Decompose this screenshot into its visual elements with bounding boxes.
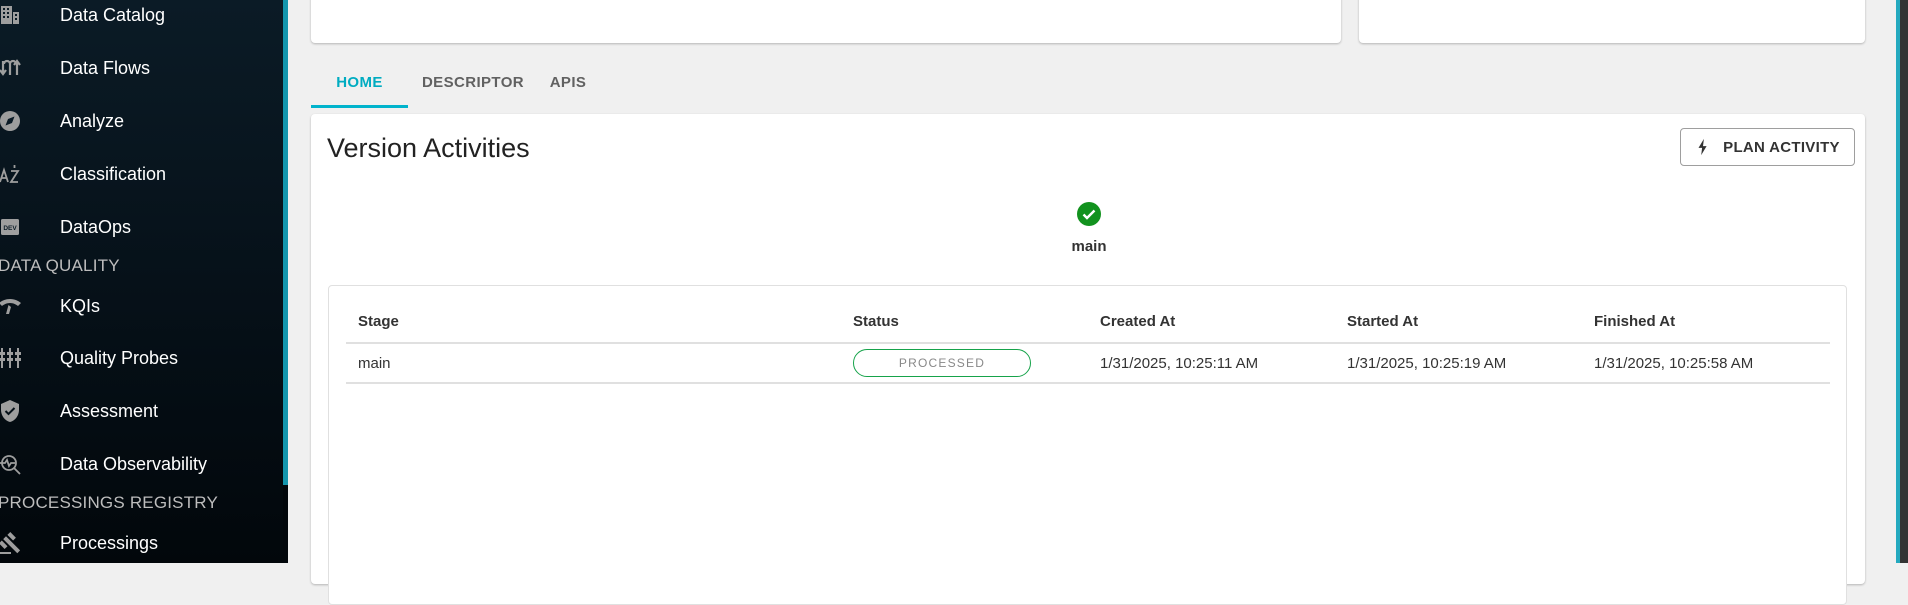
stage-node-label: main <box>1071 238 1107 255</box>
sidebar-item-dataops[interactable]: DEV DataOps <box>0 207 284 247</box>
tab-descriptor[interactable]: DESCRIPTOR <box>408 58 538 106</box>
sidebar-item-classification[interactable]: Classification <box>0 154 284 194</box>
signal-icon <box>0 292 24 320</box>
activities-table-container: Stage Status Created At Started At Finis… <box>328 285 1847 605</box>
info-card-secondary: Not defined <box>1359 0 1865 43</box>
sidebar-item-assessment[interactable]: Assessment <box>0 391 284 431</box>
stage-node-main[interactable]: main <box>1069 202 1109 255</box>
plan-activity-button[interactable]: PLAN ACTIVITY <box>1680 128 1855 166</box>
sidebar-item-data-catalog[interactable]: Data Catalog <box>0 0 284 35</box>
sidebar-item-label: Classification <box>60 163 167 184</box>
column-header-finished-at: Finished At <box>1582 300 1830 344</box>
observability-icon <box>0 450 24 478</box>
sidebar-item-label: Analyze <box>60 110 125 131</box>
sidebar-item-data-flows[interactable]: Data Flows <box>0 48 284 88</box>
sidebar-item-label: Quality Probes <box>60 347 179 368</box>
sidebar-item-kqis[interactable]: KQIs <box>0 286 284 326</box>
shield-check-icon <box>0 397 24 425</box>
tab-home[interactable]: HOME <box>311 58 408 108</box>
info-card <box>311 0 1341 43</box>
table-header-row: Stage Status Created At Started At Finis… <box>346 300 1830 344</box>
sidebar-item-label: Data Catalog <box>60 4 166 25</box>
sidebar-item-label: DataOps <box>60 216 132 237</box>
sidebar-section-processings-registry: PROCESSINGS REGISTRY <box>0 493 219 512</box>
sidebar-item-label: KQIs <box>60 295 101 316</box>
page-title: Version Activities <box>327 133 530 163</box>
info-value: Not defined <box>1377 0 1464 5</box>
cell-created-at: 1/31/2025, 10:25:11 AM <box>1088 343 1335 384</box>
cell-started-at: 1/31/2025, 10:25:19 AM <box>1335 343 1582 384</box>
sidebar-item-analyze[interactable]: Analyze <box>0 101 284 141</box>
sort-az-icon <box>0 160 24 188</box>
status-badge: PROCESSED <box>853 349 1031 377</box>
sidebar-scrollbar-track <box>283 485 288 563</box>
svg-text:DEV: DEV <box>3 225 17 232</box>
data-flows-icon <box>0 54 24 82</box>
cell-status: PROCESSED <box>841 343 1088 384</box>
column-header-stage: Stage <box>346 300 841 344</box>
sidebar: Data Catalog Data Flows Analyze Classifi… <box>0 0 284 563</box>
column-header-status: Status <box>841 300 1088 344</box>
activities-table: Stage Status Created At Started At Finis… <box>346 300 1830 384</box>
gavel-icon <box>0 529 24 557</box>
table-row[interactable]: main PROCESSED 1/31/2025, 10:25:11 AM 1/… <box>346 343 1830 384</box>
check-circle-icon <box>1077 202 1101 226</box>
sidebar-item-label: Data Flows <box>60 57 151 78</box>
sidebar-item-label: Assessment <box>60 400 159 421</box>
sidebar-item-label: Data Observability <box>60 453 208 474</box>
bolt-icon <box>1698 138 1707 156</box>
sidebar-item-quality-probes[interactable]: Quality Probes <box>0 338 284 378</box>
dev-icon: DEV <box>0 213 24 241</box>
sidebar-section-data-quality: DATA QUALITY <box>0 256 120 275</box>
window-edge <box>1900 0 1908 563</box>
compass-icon <box>0 107 24 135</box>
cell-stage: main <box>346 343 841 384</box>
tab-bar: HOME DESCRIPTOR APIS <box>311 58 598 108</box>
sidebar-item-data-observability[interactable]: Data Observability <box>0 444 284 484</box>
data-catalog-icon <box>0 1 24 29</box>
probes-icon <box>0 344 24 372</box>
sidebar-item-processings[interactable]: Processings <box>0 523 284 563</box>
sidebar-item-label: Processings <box>60 532 159 553</box>
column-header-started-at: Started At <box>1335 300 1582 344</box>
sidebar-scrollbar-thumb[interactable] <box>283 0 288 485</box>
column-header-created-at: Created At <box>1088 300 1335 344</box>
version-activities-card: Version Activities PLAN ACTIVITY main St… <box>311 114 1865 605</box>
tab-apis[interactable]: APIS <box>538 58 598 106</box>
plan-activity-label: PLAN ACTIVITY <box>1723 138 1840 156</box>
cell-finished-at: 1/31/2025, 10:25:58 AM <box>1582 343 1830 384</box>
